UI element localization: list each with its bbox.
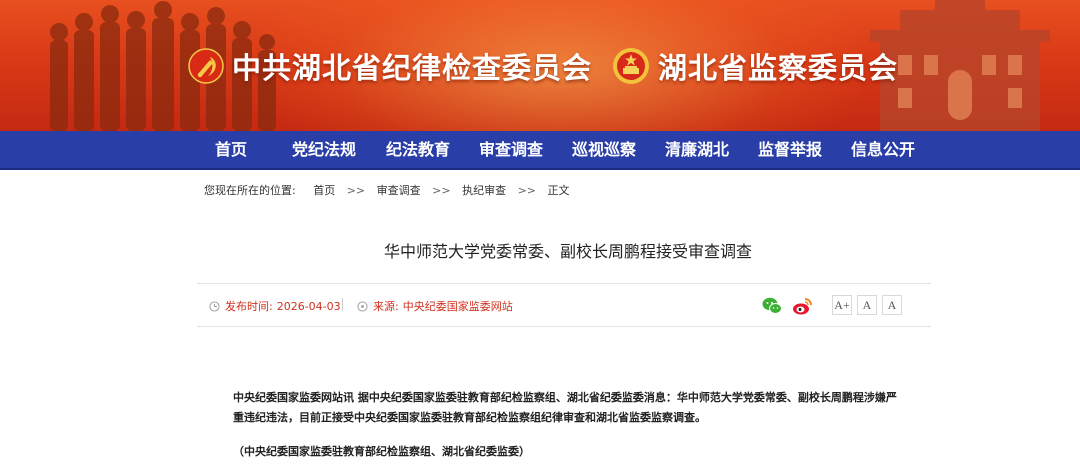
article-meta-bar: 发布时间: 2026-04-03 来源: 中央纪委国家监委网站 A+ A A xyxy=(197,283,931,327)
breadcrumb: 您现在所在的位置: 首页 >> 审查调查 >> 执纪审查 >> 正文 xyxy=(204,182,578,198)
breadcrumb-separator: >> xyxy=(517,184,537,197)
party-commission-title: 中共湖北省纪律检查委员会 xyxy=(232,51,593,85)
clock-icon xyxy=(209,300,220,312)
breadcrumb-current: 正文 xyxy=(547,184,570,197)
publish-label: 发布时间: xyxy=(225,300,273,313)
nav-item-inspection[interactable]: 巡视巡察 xyxy=(572,131,636,168)
header-banner: 中共湖北省纪律检查委员会 湖北省监察委员会 xyxy=(0,0,1080,131)
article-source: 来源: 中央纪委国家监委网站 xyxy=(357,298,513,314)
nav-item-home[interactable]: 首页 xyxy=(215,131,247,168)
national-emblem-icon xyxy=(613,48,650,84)
breadcrumb-discipline-review[interactable]: 执纪审查 xyxy=(462,182,506,198)
article-paragraph: 中央纪委国家监委网站讯 据中央纪委国家监委驻教育部纪检监察组、湖北省纪委监委消息… xyxy=(233,391,897,424)
nav-item-clean-hubei[interactable]: 清廉湖北 xyxy=(665,131,729,168)
source-icon xyxy=(357,300,368,312)
breadcrumb-separator: >> xyxy=(346,184,366,197)
article-signature: （中央纪委国家监委驻教育部纪检监察组、湖北省纪委监委） xyxy=(233,445,530,458)
supervisory-commission-title: 湖北省监察委员会 xyxy=(658,51,899,85)
font-increase-button[interactable]: A+ xyxy=(832,295,852,315)
font-decrease-label: A xyxy=(887,298,897,312)
party-emblem-icon xyxy=(188,48,224,84)
source-name: 中央纪委国家监委网站 xyxy=(402,300,513,313)
breadcrumb-investigation[interactable]: 审查调查 xyxy=(377,182,421,198)
font-default-button[interactable]: A xyxy=(857,295,877,315)
publish-time: 发布时间: 2026-04-03 xyxy=(209,298,341,314)
breadcrumb-separator: >> xyxy=(432,184,451,197)
site-title-row: 中共湖北省纪律检查委员会 湖北省监察委员会 xyxy=(188,38,898,94)
publish-date: 2026-04-03 xyxy=(276,299,341,313)
nav-item-education[interactable]: 纪法教育 xyxy=(386,131,450,168)
font-default-label: A xyxy=(862,298,872,312)
meta-divider xyxy=(342,298,343,311)
source-label: 来源: xyxy=(373,300,399,313)
wechat-share-icon[interactable] xyxy=(761,295,783,317)
nav-item-info-disclosure[interactable]: 信息公开 xyxy=(851,131,915,168)
article-title: 华中师范大学党委常委、副校长周鹏程接受审查调查 xyxy=(383,242,752,261)
nav-item-regulations[interactable]: 党纪法规 xyxy=(292,131,356,168)
nav-item-report[interactable]: 监督举报 xyxy=(758,131,822,168)
font-decrease-button[interactable]: A xyxy=(882,295,902,315)
weibo-share-icon[interactable] xyxy=(791,295,813,317)
breadcrumb-prefix: 您现在所在的位置: xyxy=(204,184,296,197)
breadcrumb-home[interactable]: 首页 xyxy=(313,182,335,198)
font-increase-label: A+ xyxy=(834,298,850,312)
main-nav: 首页 党纪法规 纪法教育 审查调查 巡视巡察 清廉湖北 监督举报 信息公开 xyxy=(0,131,1080,170)
nav-item-investigation[interactable]: 审查调查 xyxy=(479,131,543,168)
